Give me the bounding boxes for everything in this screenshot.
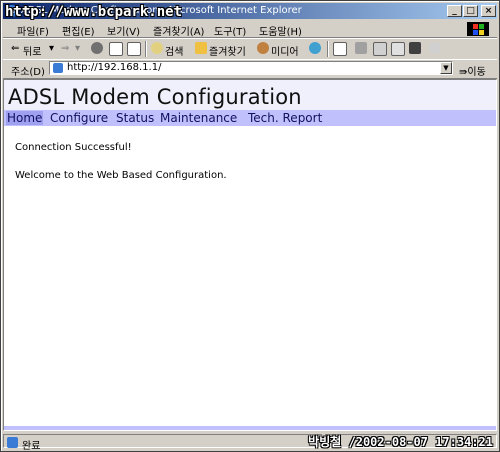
home-icon[interactable] bbox=[127, 42, 141, 56]
welcome-message: Welcome to the Web Based Configuration. bbox=[15, 170, 227, 181]
connection-message: Connection Successful! bbox=[15, 142, 132, 153]
history-icon[interactable] bbox=[309, 42, 321, 54]
favorites-button-label[interactable]: 즐겨찾기 bbox=[209, 43, 246, 58]
stop-icon[interactable] bbox=[91, 42, 103, 54]
edit-icon[interactable] bbox=[373, 42, 387, 56]
status-main-cell: 완료 bbox=[3, 434, 323, 452]
back-button-label[interactable]: 뒤로 bbox=[23, 43, 41, 58]
menu-file[interactable]: 파일(F) bbox=[17, 23, 49, 38]
nav-status[interactable]: Status bbox=[116, 111, 154, 125]
print-icon[interactable] bbox=[355, 42, 367, 54]
page-content: ADSL Modem Configuration Home Configure … bbox=[3, 79, 497, 431]
forward-dropdown-icon[interactable]: ▾ bbox=[75, 43, 80, 54]
toolbar-separator bbox=[145, 41, 147, 57]
footer-band bbox=[4, 426, 496, 430]
go-button-label: 이동 bbox=[467, 67, 486, 78]
address-input[interactable]: http://192.168.1.1/ ▼ bbox=[49, 61, 453, 75]
discuss-icon[interactable] bbox=[391, 42, 405, 56]
address-label: 주소(D) bbox=[11, 67, 45, 78]
menu-bar: 파일(F) 편집(E) 보기(V) 즐겨찾기(A) 도구(T) 도움말(H) bbox=[3, 21, 497, 38]
nav-tech-report[interactable]: Tech. Report bbox=[248, 111, 322, 125]
address-bar: 주소(D) http://192.168.1.1/ ▼ ⇛이동 bbox=[3, 59, 497, 79]
menu-edit[interactable]: 편집(E) bbox=[62, 23, 95, 38]
address-dropdown-icon[interactable]: ▼ bbox=[440, 62, 452, 74]
favorites-icon[interactable] bbox=[195, 42, 207, 54]
go-button[interactable]: ⇛이동 bbox=[459, 63, 486, 78]
menu-view[interactable]: 보기(V) bbox=[107, 23, 140, 38]
search-icon[interactable] bbox=[151, 42, 163, 54]
page-title: ADSL Modem Configuration bbox=[8, 85, 302, 109]
media-icon[interactable] bbox=[257, 42, 269, 54]
nav-bar: Home Configure Status Maintenance Tech. … bbox=[4, 110, 496, 126]
watermark-text: http://www.bcpark.net bbox=[5, 4, 183, 20]
page-done-icon bbox=[7, 437, 18, 448]
refresh-icon[interactable] bbox=[109, 42, 123, 56]
address-url[interactable]: http://192.168.1.1/ bbox=[67, 62, 161, 73]
back-dropdown-icon[interactable]: ▾ bbox=[49, 43, 54, 54]
close-button[interactable]: × bbox=[481, 5, 496, 17]
timestamp-watermark: 박빙철 /2002-08-07 17:34:21 bbox=[308, 435, 493, 449]
nav-maintenance[interactable]: Maintenance bbox=[160, 111, 237, 125]
forward-arrow-icon[interactable]: ⇒ bbox=[61, 43, 69, 54]
toolbar: ⇐ 뒤로 ▾ ⇒ ▾ 검색 즐겨찾기 미디어 bbox=[3, 38, 497, 60]
menu-favorites[interactable]: 즐겨찾기(A) bbox=[153, 23, 204, 38]
page-icon bbox=[53, 63, 63, 73]
page-header: ADSL Modem Configuration bbox=[4, 80, 496, 110]
messenger-icon[interactable] bbox=[409, 42, 421, 54]
mail-icon[interactable] bbox=[333, 42, 347, 56]
toolbar-separator bbox=[327, 41, 329, 57]
menu-tools[interactable]: 도구(T) bbox=[214, 23, 246, 38]
nav-configure[interactable]: Configure bbox=[50, 111, 108, 125]
minimize-button[interactable]: _ bbox=[447, 5, 462, 17]
menu-help[interactable]: 도움말(H) bbox=[259, 23, 302, 38]
search-button-label[interactable]: 검색 bbox=[165, 43, 183, 58]
media-button-label[interactable]: 미디어 bbox=[271, 43, 299, 58]
user-icon[interactable] bbox=[429, 42, 441, 54]
browser-window: e ADSL Modem Configuration - Microsoft I… bbox=[0, 0, 500, 452]
back-arrow-icon[interactable]: ⇐ bbox=[11, 43, 19, 54]
status-text: 완료 bbox=[22, 441, 41, 452]
maximize-button[interactable]: □ bbox=[463, 5, 478, 17]
windows-flag-icon bbox=[467, 22, 489, 36]
nav-home[interactable]: Home bbox=[6, 111, 44, 125]
